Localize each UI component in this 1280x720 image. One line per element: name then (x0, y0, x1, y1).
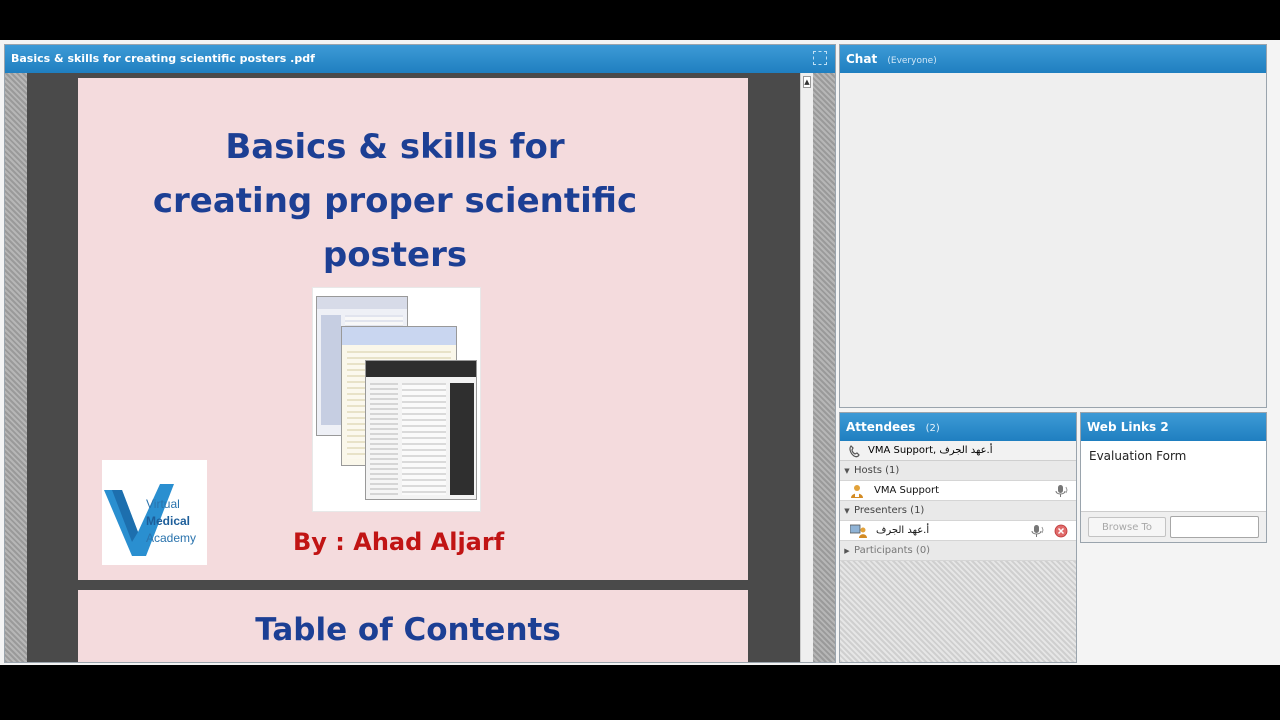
web-links-list: Evaluation Form Browse To (1081, 441, 1266, 542)
document-viewer[interactable]: Basics & skills for creating proper scie… (5, 73, 835, 662)
connect-meeting-room: Basics & skills for creating scientific … (0, 40, 1280, 665)
microphone-icon[interactable] (1030, 524, 1044, 538)
toc-title: Table of Contents (255, 612, 561, 648)
attendee-name: VMA Support (874, 485, 940, 496)
poster-examples-image (312, 287, 481, 512)
share-pod: Basics & skills for creating scientific … (4, 44, 836, 663)
virtual-medical-academy-logo: Virtual Medical Academy (102, 460, 207, 565)
slide-title: Basics & skills for creating proper scie… (78, 120, 712, 282)
web-links-pod-header: Web Links 2 (1081, 413, 1266, 441)
viewer-margin-right (813, 73, 835, 662)
slide-title-line: Basics & skills for (225, 127, 565, 167)
group-presenters[interactable]: ▼ Presenters (1) (840, 501, 1076, 521)
logo-line: Virtual (146, 497, 180, 511)
attendee-speaking-row: VMA Support, أ.عهد الجرف (840, 441, 1076, 461)
remove-icon[interactable] (1054, 524, 1068, 538)
slide-title-line: creating proper scientific (152, 181, 638, 221)
attendee-row[interactable]: أ.عهد الجرف (840, 521, 1076, 541)
vertical-scrollbar[interactable]: ▲ (800, 73, 813, 662)
presenter-user-icon (850, 524, 867, 538)
chat-message-area[interactable] (840, 73, 1266, 407)
attendees-count: (2) (925, 423, 940, 434)
chat-audience[interactable]: (Everyone) (887, 56, 936, 66)
chat-title: Chat (846, 52, 878, 66)
host-user-icon (851, 485, 863, 498)
web-links-pod: Web Links 2 Evaluation Form Browse To (1080, 412, 1267, 543)
chat-pod-header: Chat (Everyone) (840, 45, 1266, 73)
group-label: Hosts (1) (854, 465, 900, 476)
logo-line: Medical (146, 514, 191, 528)
fullscreen-icon[interactable] (813, 51, 827, 65)
slide-page-1: Basics & skills for creating proper scie… (78, 78, 748, 580)
attendees-pod: Attendees (2) VMA Support, أ.عهد الجرف ▼… (839, 412, 1077, 663)
group-hosts[interactable]: ▼ Hosts (1) (840, 461, 1076, 481)
phone-icon (849, 445, 860, 458)
attendees-list: VMA Support, أ.عهد الجرف ▼ Hosts (1) VMA … (840, 441, 1076, 662)
document-title: Basics & skills for creating scientific … (11, 52, 315, 65)
collapse-triangle-icon[interactable]: ▼ (840, 501, 854, 521)
slide-title-line: posters (322, 235, 468, 275)
logo-line: Academy (146, 531, 197, 545)
attendees-pod-header: Attendees (2) (840, 413, 1076, 441)
group-participants[interactable]: ▶ Participants (0) (840, 541, 1076, 561)
group-label: Participants (0) (854, 545, 931, 556)
document-canvas[interactable]: Basics & skills for creating proper scie… (27, 73, 800, 662)
author-byline: By : Ahad Aljarf (293, 528, 505, 556)
share-pod-header: Basics & skills for creating scientific … (5, 45, 835, 73)
web-links-title: Web Links 2 (1087, 420, 1169, 434)
attendees-title: Attendees (846, 420, 916, 434)
web-links-toolbar: Browse To (1081, 511, 1266, 542)
attendee-name: أ.عهد الجرف (876, 525, 930, 536)
collapse-triangle-icon[interactable]: ▼ (840, 461, 854, 481)
scroll-up-arrow-icon[interactable]: ▲ (803, 76, 811, 88)
chat-pod: Chat (Everyone) (839, 44, 1267, 408)
group-label: Presenters (1) (854, 505, 925, 516)
browse-to-button[interactable]: Browse To (1088, 517, 1166, 537)
slide-page-2: Table of Contents (78, 590, 748, 662)
url-input[interactable] (1170, 516, 1259, 538)
attendee-row[interactable]: VMA Support (840, 481, 1076, 501)
viewer-margin-left (5, 73, 27, 662)
speaking-names: VMA Support, أ.عهد الجرف (868, 445, 993, 456)
microphone-icon[interactable] (1054, 484, 1068, 498)
expand-triangle-icon[interactable]: ▶ (840, 541, 854, 561)
web-link-item[interactable]: Evaluation Form (1089, 449, 1186, 463)
logo-text: Virtual Medical Academy (146, 496, 196, 547)
